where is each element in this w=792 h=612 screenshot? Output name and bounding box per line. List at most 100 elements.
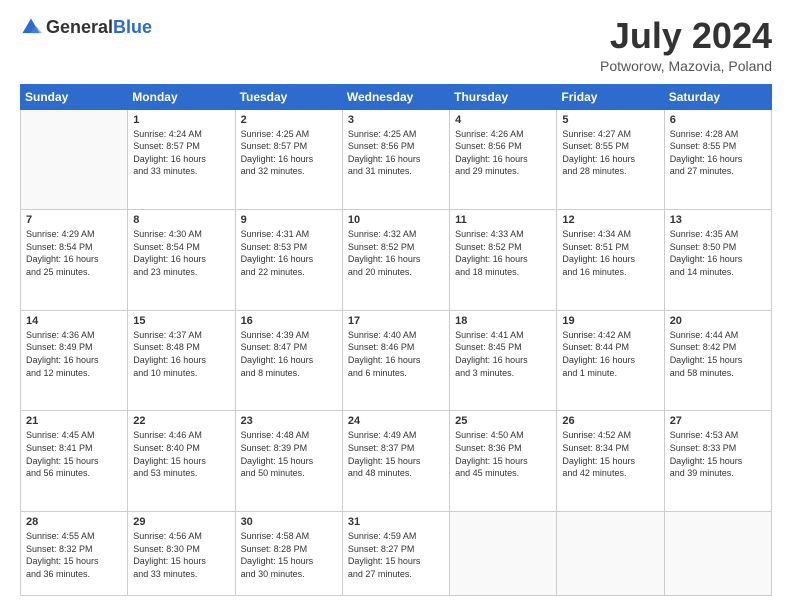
- day-info: Sunrise: 4:34 AMSunset: 8:51 PMDaylight:…: [562, 228, 658, 278]
- day-info: Sunrise: 4:29 AMSunset: 8:54 PMDaylight:…: [26, 228, 122, 278]
- day-info: Sunrise: 4:42 AMSunset: 8:44 PMDaylight:…: [562, 329, 658, 379]
- day-info: Sunrise: 4:26 AMSunset: 8:56 PMDaylight:…: [455, 128, 551, 178]
- day-number: 12: [562, 214, 658, 226]
- table-row: 1Sunrise: 4:24 AMSunset: 8:57 PMDaylight…: [128, 109, 235, 210]
- day-info: Sunrise: 4:45 AMSunset: 8:41 PMDaylight:…: [26, 429, 122, 479]
- table-row: 27 Sunrise: 4:53 AMSunset: 8:33 PMDayligh…: [664, 411, 771, 512]
- day-info: Sunrise: 4:44 AMSunset: 8:42 PMDaylight:…: [670, 329, 766, 379]
- day-number: 10: [348, 214, 444, 226]
- table-row: [557, 512, 664, 596]
- day-info: Sunrise: 4:56 AMSunset: 8:30 PMDaylight:…: [133, 530, 229, 580]
- table-row: 28 Sunrise: 4:55 AMSunset: 8:32 PMDayligh…: [21, 512, 128, 596]
- day-info: Sunrise: 4:55 AMSunset: 8:32 PMDaylight:…: [26, 530, 122, 580]
- table-row: 31Sunrise: 4:59 AMSunset: 8:27 PMDayligh…: [342, 512, 449, 596]
- day-number: 16: [241, 315, 337, 327]
- table-row: 18 Sunrise: 4:41 AMSunset: 8:45 PMDayligh…: [450, 310, 557, 411]
- calendar-table: Sunday Monday Tuesday Wednesday Thursday…: [20, 84, 772, 596]
- day-info: Sunrise: 4:39 AMSunset: 8:47 PMDaylight:…: [241, 329, 337, 379]
- table-row: 20 Sunrise: 4:44 AMSunset: 8:42 PMDayligh…: [664, 310, 771, 411]
- logo-general: General: [46, 17, 113, 37]
- page: GeneralBlue July 2024 Potworow, Mazovia,…: [0, 0, 792, 612]
- day-number: 19: [562, 315, 658, 327]
- day-info: Sunrise: 4:27 AMSunset: 8:55 PMDaylight:…: [562, 128, 658, 178]
- location: Potworow, Mazovia, Poland: [600, 58, 772, 74]
- table-row: 3Sunrise: 4:25 AMSunset: 8:56 PMDaylight…: [342, 109, 449, 210]
- day-number: 7: [26, 214, 122, 226]
- table-row: 7 Sunrise: 4:29 AMSunset: 8:54 PMDaylight…: [21, 210, 128, 311]
- col-wednesday: Wednesday: [342, 84, 449, 109]
- day-info: Sunrise: 4:53 AMSunset: 8:33 PMDaylight:…: [670, 429, 766, 479]
- day-number: 28: [26, 516, 122, 528]
- table-row: 6 Sunrise: 4:28 AMSunset: 8:55 PMDaylight…: [664, 109, 771, 210]
- day-info: Sunrise: 4:33 AMSunset: 8:52 PMDaylight:…: [455, 228, 551, 278]
- day-info: Sunrise: 4:25 AMSunset: 8:56 PMDaylight:…: [348, 128, 444, 178]
- table-row: 4 Sunrise: 4:26 AMSunset: 8:56 PMDaylight…: [450, 109, 557, 210]
- day-number: 15: [133, 315, 229, 327]
- table-row: 12 Sunrise: 4:34 AMSunset: 8:51 PMDayligh…: [557, 210, 664, 311]
- table-row: 16 Sunrise: 4:39 AMSunset: 8:47 PMDayligh…: [235, 310, 342, 411]
- day-info: Sunrise: 4:48 AMSunset: 8:39 PMDaylight:…: [241, 429, 337, 479]
- day-number: 17: [348, 315, 444, 327]
- day-number: 29: [133, 516, 229, 528]
- day-info: Sunrise: 4:41 AMSunset: 8:45 PMDaylight:…: [455, 329, 551, 379]
- day-number: 27: [670, 415, 766, 427]
- day-number: 2: [241, 114, 337, 126]
- day-number: 13: [670, 214, 766, 226]
- table-row: 9 Sunrise: 4:31 AMSunset: 8:53 PMDaylight…: [235, 210, 342, 311]
- day-info: Sunrise: 4:28 AMSunset: 8:55 PMDaylight:…: [670, 128, 766, 178]
- table-row: [21, 109, 128, 210]
- table-row: 17Sunrise: 4:40 AMSunset: 8:46 PMDayligh…: [342, 310, 449, 411]
- day-number: 9: [241, 214, 337, 226]
- table-row: 19 Sunrise: 4:42 AMSunset: 8:44 PMDayligh…: [557, 310, 664, 411]
- table-row: 22Sunrise: 4:46 AMSunset: 8:40 PMDayligh…: [128, 411, 235, 512]
- day-number: 30: [241, 516, 337, 528]
- day-info: Sunrise: 4:31 AMSunset: 8:53 PMDaylight:…: [241, 228, 337, 278]
- day-number: 20: [670, 315, 766, 327]
- day-info: Sunrise: 4:52 AMSunset: 8:34 PMDaylight:…: [562, 429, 658, 479]
- table-row: 5 Sunrise: 4:27 AMSunset: 8:55 PMDaylight…: [557, 109, 664, 210]
- day-info: Sunrise: 4:35 AMSunset: 8:50 PMDaylight:…: [670, 228, 766, 278]
- table-row: 25 Sunrise: 4:50 AMSunset: 8:36 PMDayligh…: [450, 411, 557, 512]
- day-number: 18: [455, 315, 551, 327]
- day-number: 25: [455, 415, 551, 427]
- day-number: 22: [133, 415, 229, 427]
- col-tuesday: Tuesday: [235, 84, 342, 109]
- logo: GeneralBlue: [20, 16, 152, 38]
- col-friday: Friday: [557, 84, 664, 109]
- table-row: 26Sunrise: 4:52 AMSunset: 8:34 PMDayligh…: [557, 411, 664, 512]
- day-number: 21: [26, 415, 122, 427]
- day-number: 11: [455, 214, 551, 226]
- day-number: 6: [670, 114, 766, 126]
- title-block: July 2024 Potworow, Mazovia, Poland: [600, 16, 772, 74]
- table-row: [664, 512, 771, 596]
- day-number: 5: [562, 114, 658, 126]
- col-monday: Monday: [128, 84, 235, 109]
- day-info: Sunrise: 4:37 AMSunset: 8:48 PMDaylight:…: [133, 329, 229, 379]
- header: GeneralBlue July 2024 Potworow, Mazovia,…: [20, 16, 772, 74]
- day-info: Sunrise: 4:49 AMSunset: 8:37 PMDaylight:…: [348, 429, 444, 479]
- month-year: July 2024: [600, 16, 772, 56]
- day-info: Sunrise: 4:58 AMSunset: 8:28 PMDaylight:…: [241, 530, 337, 580]
- table-row: [450, 512, 557, 596]
- table-row: 21 Sunrise: 4:45 AMSunset: 8:41 PMDayligh…: [21, 411, 128, 512]
- table-row: 11 Sunrise: 4:33 AMSunset: 8:52 PMDayligh…: [450, 210, 557, 311]
- calendar-header-row: Sunday Monday Tuesday Wednesday Thursday…: [21, 84, 772, 109]
- day-number: 1: [133, 114, 229, 126]
- col-saturday: Saturday: [664, 84, 771, 109]
- table-row: 15 Sunrise: 4:37 AMSunset: 8:48 PMDayligh…: [128, 310, 235, 411]
- day-info: Sunrise: 4:32 AMSunset: 8:52 PMDaylight:…: [348, 228, 444, 278]
- col-thursday: Thursday: [450, 84, 557, 109]
- generalblue-icon: [20, 16, 42, 38]
- table-row: 29 Sunrise: 4:56 AMSunset: 8:30 PMDayligh…: [128, 512, 235, 596]
- logo-blue: Blue: [113, 17, 152, 37]
- day-number: 24: [348, 415, 444, 427]
- day-number: 14: [26, 315, 122, 327]
- day-info: Sunrise: 4:30 AMSunset: 8:54 PMDaylight:…: [133, 228, 229, 278]
- col-sunday: Sunday: [21, 84, 128, 109]
- day-number: 4: [455, 114, 551, 126]
- table-row: 2Sunrise: 4:25 AMSunset: 8:57 PMDaylight…: [235, 109, 342, 210]
- table-row: 10 Sunrise: 4:32 AMSunset: 8:52 PMDayligh…: [342, 210, 449, 311]
- day-info: Sunrise: 4:50 AMSunset: 8:36 PMDaylight:…: [455, 429, 551, 479]
- table-row: 30 Sunrise: 4:58 AMSunset: 8:28 PMDayligh…: [235, 512, 342, 596]
- table-row: 14Sunrise: 4:36 AMSunset: 8:49 PMDayligh…: [21, 310, 128, 411]
